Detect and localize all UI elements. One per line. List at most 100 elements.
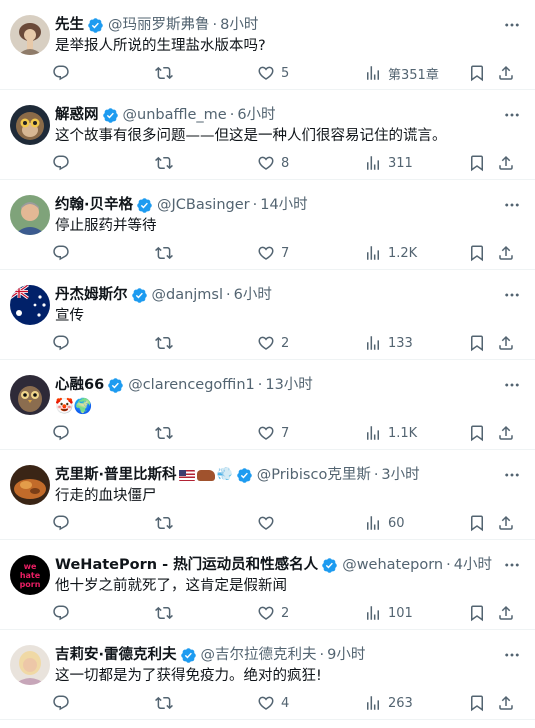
timestamp[interactable]: 8小时: [220, 15, 258, 35]
reply-button[interactable]: [52, 238, 76, 268]
tweet[interactable]: 解惑网 @unbaffle_me · 6小时 这个故事有很多问题——但这是一种人们很容易…: [0, 90, 535, 180]
timestamp[interactable]: 13小时: [265, 375, 312, 395]
author-handle[interactable]: @玛丽罗斯弗鲁: [108, 15, 210, 35]
share-button[interactable]: [497, 328, 515, 358]
more-options-icon[interactable]: [503, 288, 521, 302]
retweet-button[interactable]: [155, 328, 179, 358]
more-options-icon[interactable]: [503, 468, 521, 482]
retweet-button[interactable]: [155, 238, 179, 268]
author-handle[interactable]: @JCBasinger: [157, 195, 250, 215]
tweet[interactable]: 丹杰姆斯尔 @danjmsl · 6小时 宣传 2 133: [0, 270, 535, 360]
woman-avatar[interactable]: [10, 645, 50, 685]
bookmark-button[interactable]: [468, 508, 486, 538]
verified-badge-icon: [87, 17, 104, 34]
timestamp[interactable]: 3小时: [381, 465, 419, 485]
author-name[interactable]: WeHatePorn - 热门运动员和性感名人: [55, 555, 318, 575]
tweet[interactable]: 吉莉安·雷德克利夫 @吉尔拉德克利夫 · 9小时 这一切都是为了获得免疫力。绝对的疯狂!…: [0, 630, 535, 720]
share-button[interactable]: [497, 418, 515, 448]
author-handle[interactable]: @wehateporn: [342, 555, 443, 575]
timestamp[interactable]: 9小时: [327, 645, 365, 665]
more-options-icon[interactable]: [503, 378, 521, 392]
more-options-icon[interactable]: [503, 18, 521, 32]
author-handle[interactable]: @吉尔拉德克利夫: [201, 645, 317, 665]
like-button[interactable]: 2: [257, 598, 289, 628]
tweet[interactable]: 约翰·贝辛格 @JCBasinger · 14小时 停止服药并等待 7 1.2K: [0, 180, 535, 270]
author-name[interactable]: 克里斯·普里比斯科: [55, 465, 177, 485]
wehateporn-logo-avatar[interactable]: we hate porn: [10, 555, 50, 595]
more-options-icon[interactable]: [503, 648, 521, 662]
bookmark-button[interactable]: [468, 238, 486, 268]
retweet-button[interactable]: [155, 148, 179, 178]
author-name[interactable]: 吉莉安·雷德克利夫: [55, 645, 177, 665]
like-button[interactable]: 8: [257, 148, 289, 178]
retweet-button[interactable]: [155, 508, 179, 538]
author-name[interactable]: 解惑网: [55, 105, 99, 125]
food-avatar[interactable]: [10, 465, 50, 505]
reply-button[interactable]: [52, 508, 76, 538]
tweet[interactable]: we hate porn WeHatePorn - 热门运动员和性感名人 @weha…: [0, 540, 535, 630]
share-button[interactable]: [497, 238, 515, 268]
like-button[interactable]: 7: [257, 238, 289, 268]
author-handle[interactable]: @unbaffle_me: [123, 105, 227, 125]
owl-avatar[interactable]: [10, 375, 50, 415]
like-button[interactable]: 2: [257, 328, 289, 358]
tweet[interactable]: 克里斯·普里比斯科 💨 @Pribisco克里斯 · 3小时 行走的血块僵尸 60: [0, 450, 535, 540]
views-button[interactable]: 1.2K: [364, 238, 417, 268]
share-button[interactable]: [497, 148, 515, 178]
tweet[interactable]: 先生 @玛丽罗斯弗鲁 · 8小时 是举报人所说的生理盐水版本吗? 5 第351章: [0, 0, 535, 90]
bookmark-button[interactable]: [468, 148, 486, 178]
reply-button[interactable]: [52, 418, 76, 448]
author-name[interactable]: 先生: [55, 15, 84, 35]
australia-flag-avatar[interactable]: [10, 285, 50, 325]
author-handle[interactable]: @clarencegoffin1: [128, 375, 255, 395]
retweet-button[interactable]: [155, 598, 179, 628]
views-button[interactable]: 311: [364, 148, 413, 178]
timestamp[interactable]: 6小时: [234, 285, 272, 305]
views-button[interactable]: 第351章: [364, 58, 439, 88]
like-button[interactable]: [257, 508, 281, 538]
timestamp[interactable]: 4小时: [454, 555, 492, 575]
author-name[interactable]: 心融66: [55, 375, 104, 395]
like-button[interactable]: 4: [257, 688, 289, 718]
share-button[interactable]: [497, 58, 515, 88]
reply-icon: [52, 604, 70, 622]
timestamp[interactable]: 6小时: [237, 105, 275, 125]
author-name[interactable]: 约翰·贝辛格: [55, 195, 133, 215]
more-options-icon[interactable]: [503, 198, 521, 212]
author-handle[interactable]: @danjmsl: [152, 285, 224, 305]
monkey-avatar[interactable]: [10, 105, 50, 145]
more-options-icon[interactable]: [503, 108, 521, 122]
bookmark-button[interactable]: [468, 58, 486, 88]
reply-button[interactable]: [52, 148, 76, 178]
tweet[interactable]: 心融66 @clarencegoffin1 · 13小时 🤡🌍 7 1.1K: [0, 360, 535, 450]
more-options-icon[interactable]: [503, 558, 521, 572]
share-button[interactable]: [497, 688, 515, 718]
like-button[interactable]: 7: [257, 418, 289, 448]
reply-button[interactable]: [52, 688, 76, 718]
bookmark-button[interactable]: [468, 688, 486, 718]
retweet-button[interactable]: [155, 688, 179, 718]
views-button[interactable]: 101: [364, 598, 413, 628]
action-bar: 2 133: [50, 328, 520, 358]
share-button[interactable]: [497, 598, 515, 628]
retweet-button[interactable]: [155, 418, 179, 448]
views-button[interactable]: 1.1K: [364, 418, 417, 448]
views-button[interactable]: 133: [364, 328, 413, 358]
views-button[interactable]: 60: [364, 508, 405, 538]
bookmark-button[interactable]: [468, 598, 486, 628]
man-avatar[interactable]: [10, 195, 50, 235]
timestamp[interactable]: 14小时: [260, 195, 307, 215]
lady-portrait-avatar[interactable]: [10, 15, 50, 55]
bookmark-button[interactable]: [468, 328, 486, 358]
author-name[interactable]: 丹杰姆斯尔: [55, 285, 128, 305]
retweet-icon: [155, 334, 173, 352]
reply-button[interactable]: [52, 58, 76, 88]
author-handle[interactable]: @Pribisco克里斯: [257, 465, 371, 485]
reply-button[interactable]: [52, 328, 76, 358]
like-button[interactable]: 5: [257, 58, 289, 88]
share-button[interactable]: [497, 508, 515, 538]
reply-button[interactable]: [52, 598, 76, 628]
retweet-button[interactable]: [155, 58, 179, 88]
views-button[interactable]: 263: [364, 688, 413, 718]
bookmark-button[interactable]: [468, 418, 486, 448]
